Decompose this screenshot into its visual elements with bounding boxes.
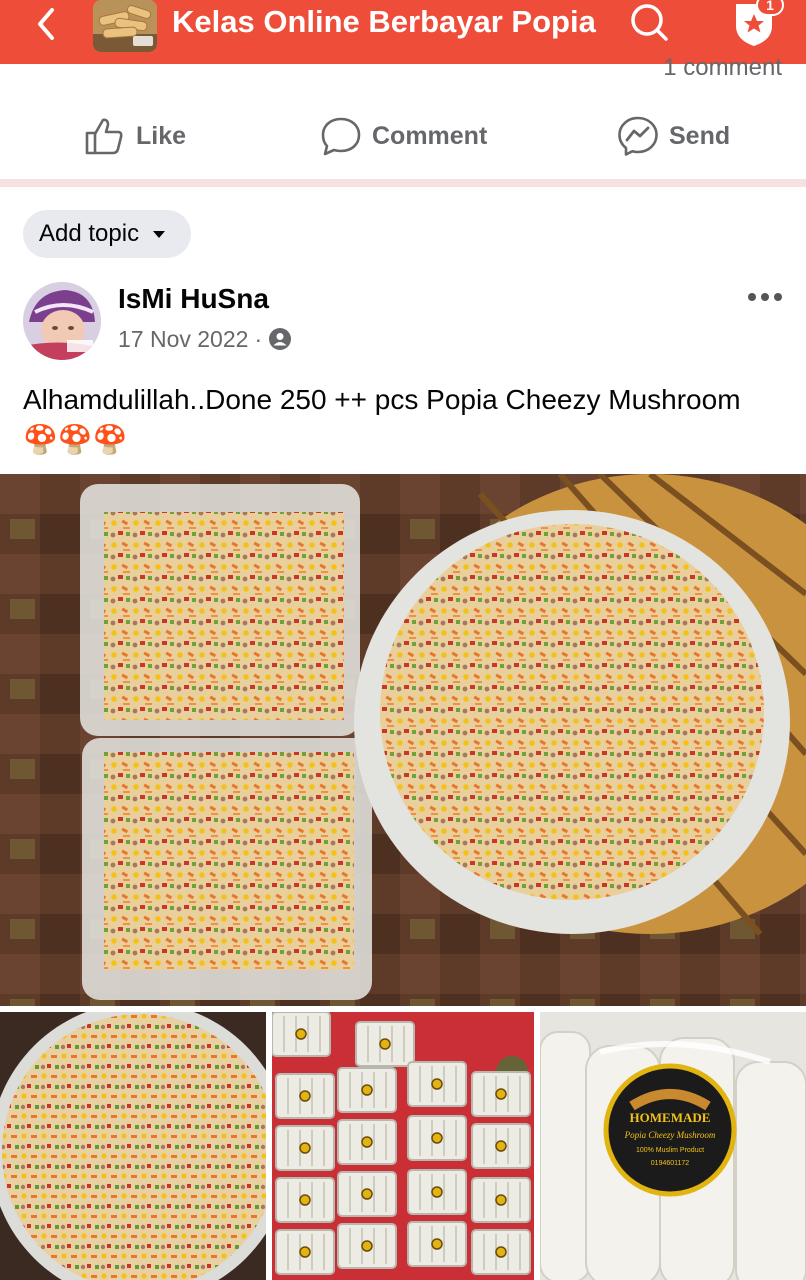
photo-filling-bowl[interactable] [0,1012,266,1280]
post-meta: 17 Nov 2022 · [118,324,292,354]
send-button[interactable]: Send [617,114,730,158]
svg-text:Popia Cheezy Mushroom: Popia Cheezy Mushroom [624,1130,716,1140]
group-audience-icon [269,328,292,350]
meta-separator: · [254,325,263,352]
send-label: Send [669,121,731,150]
comment-count[interactable]: 1 comment [663,56,782,80]
more-options-button[interactable] [748,290,788,304]
comment-label: Comment [372,121,488,150]
search-icon [631,4,668,41]
caret-down-icon [153,230,166,238]
add-topic-label: Add topic [39,220,140,247]
notification-badge: 1 [756,0,784,16]
group-cover-thumbnail[interactable] [93,0,157,52]
back-button[interactable] [30,4,64,44]
more-dots-icon [748,293,756,301]
messenger-icon [618,116,658,156]
thumbs-up-icon [85,118,123,155]
photo-labelled-popia[interactable]: HOMEMADE Popia Cheezy Mushroom 100% Musl… [540,1012,806,1280]
post-author-name[interactable]: IsMi HuSna [118,282,269,316]
add-topic-button[interactable]: Add topic [23,210,192,258]
chevron-left-icon [38,8,54,40]
comment-bubble-icon [321,117,361,156]
feed-divider [0,179,806,187]
photo-packed-boxes[interactable] [272,1012,534,1280]
group-title[interactable]: Kelas Online Berbayar Popia [172,4,596,40]
comment-button[interactable]: Comment [320,114,487,158]
photo-filling-containers[interactable] [0,474,806,1006]
search-button[interactable] [626,2,672,42]
like-label: Like [136,121,187,150]
avatar[interactable] [23,282,101,360]
svg-text:0194601172: 0194601172 [651,1160,690,1167]
post-body-text: Alhamdulillah..Done 250 ++ pcs Popia Che… [23,384,741,455]
svg-text:100% Muslim Product: 100% Muslim Product [636,1147,704,1154]
like-button[interactable]: Like [84,114,186,158]
post-action-bar: Like Comment Send [0,100,806,172]
homemade-label-sticker: HOMEMADE Popia Cheezy Mushroom 100% Musl… [603,1063,737,1197]
svg-text:HOMEMADE: HOMEMADE [630,1110,711,1125]
post-date[interactable]: 17 Nov 2022 [118,326,248,353]
